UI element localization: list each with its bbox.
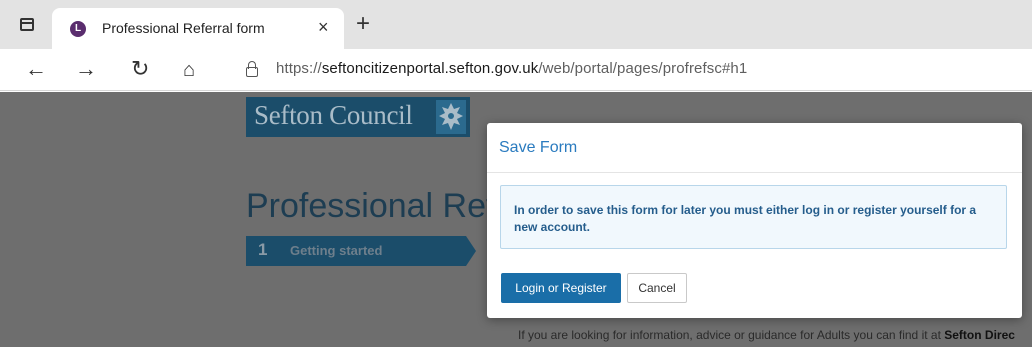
- step-number: 1: [258, 240, 268, 259]
- footer-prefix: If you are looking for information, advi…: [518, 328, 941, 342]
- progress-step[interactable]: 1 Getting started: [246, 236, 476, 266]
- save-form-dialog: Save Form In order to save this form for…: [487, 123, 1022, 318]
- reload-icon[interactable]: ↻: [131, 55, 149, 83]
- address-bar[interactable]: https://seftoncitizenportal.sefton.gov.u…: [276, 60, 747, 77]
- lock-icon[interactable]: [246, 61, 258, 77]
- browser-tab[interactable]: L Professional Referral form ×: [52, 8, 344, 49]
- logo-text: Sefton Council: [254, 100, 413, 130]
- adult-info-text: If you are looking for information, advi…: [518, 328, 1015, 342]
- favicon-icon: L: [70, 21, 86, 37]
- step-label: Getting started: [290, 243, 383, 258]
- crest-icon: [436, 100, 466, 134]
- cancel-button[interactable]: Cancel: [627, 273, 687, 303]
- alert-message: In order to save this form for later you…: [514, 203, 977, 234]
- dialog-title: Save Form: [499, 139, 578, 156]
- login-register-button[interactable]: Login or Register: [501, 273, 621, 303]
- plus-icon[interactable]: +: [356, 12, 370, 36]
- browser-nav-bar: ← → ↻ ⌂ https://seftoncitizenportal.seft…: [0, 49, 1032, 91]
- sefton-direct-link[interactable]: Sefton Direc: [944, 328, 1015, 342]
- close-icon[interactable]: ×: [318, 17, 329, 37]
- home-icon[interactable]: ⌂: [183, 56, 195, 84]
- sefton-council-logo: Sefton Council: [246, 97, 470, 137]
- forward-arrow-icon[interactable]: →: [75, 55, 97, 83]
- page-title: Professional Refe: [246, 187, 515, 225]
- url-host: seftoncitizenportal.sefton.gov.uk: [321, 60, 539, 77]
- info-alert: In order to save this form for later you…: [500, 185, 1007, 249]
- back-arrow-icon[interactable]: ←: [25, 55, 47, 83]
- tab-title: Professional Referral form: [102, 20, 265, 36]
- url-path: /web/portal/pages/profrefsc#h1: [538, 60, 748, 77]
- dialog-divider: [487, 172, 1022, 173]
- tab-actions-icon[interactable]: [20, 18, 34, 31]
- browser-tab-bar: L Professional Referral form × +: [0, 0, 1032, 49]
- url-scheme: https://: [276, 60, 322, 77]
